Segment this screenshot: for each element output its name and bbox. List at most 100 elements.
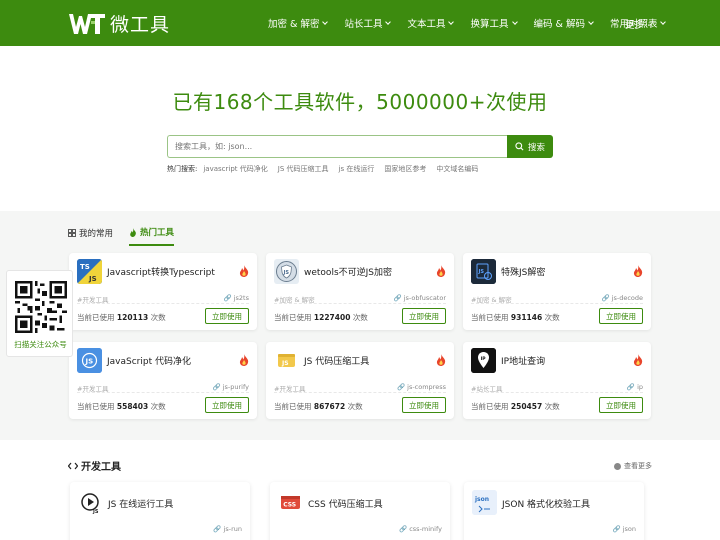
- use-now-button[interactable]: 立即使用: [402, 397, 446, 413]
- site-name: 微工具: [110, 14, 171, 36]
- hot-search-link[interactable]: 中文域名编码: [436, 164, 478, 174]
- search-button[interactable]: 搜索: [507, 135, 553, 158]
- fire-icon: [436, 354, 446, 366]
- tool-title[interactable]: JS 在线运行工具: [108, 497, 173, 510]
- tab-favorites[interactable]: 我的常用: [68, 226, 113, 246]
- tool-slug: 🔗 ip: [626, 383, 643, 391]
- svg-text:JS: JS: [88, 275, 97, 283]
- view-more-link[interactable]: 查看更多: [614, 461, 652, 471]
- tool-card: JS JavaScript 代码净化 #开发工具 🔗 js-purify 当前已…: [69, 342, 257, 419]
- tab-label: 我的常用: [79, 229, 114, 239]
- tool-title[interactable]: JavaScript 代码净化: [107, 354, 191, 367]
- use-now-button[interactable]: 立即使用: [402, 308, 446, 324]
- count-suffix: 次数: [352, 313, 368, 322]
- chevron-down-icon: [660, 18, 667, 25]
- hot-search-link[interactable]: js 在线运行: [339, 164, 375, 174]
- count-suffix: 次数: [150, 402, 166, 411]
- nav-more[interactable]: 更多⋯: [625, 17, 654, 31]
- use-now-button[interactable]: 立即使用: [205, 397, 249, 413]
- use-now-button[interactable]: 立即使用: [205, 308, 249, 324]
- card-divider: [77, 392, 249, 393]
- tool-slug: 🔗 js-purify: [212, 383, 249, 391]
- ts-js-icon: TS JS: [77, 259, 102, 284]
- tool-slug-text: json: [622, 525, 636, 533]
- nav-encode[interactable]: 编码 & 解码: [533, 16, 594, 30]
- count-value: 867672: [313, 402, 346, 411]
- count-value: 250457: [510, 402, 543, 411]
- nav-crypto[interactable]: 加密 & 解密: [268, 16, 329, 30]
- tool-slug-text: js-run: [223, 525, 242, 533]
- nav-convert[interactable]: 换算工具: [470, 16, 518, 30]
- tool-slug-text: js-purify: [222, 383, 249, 391]
- usage-count: 当前已使用 867672 次数: [274, 401, 363, 412]
- tool-title[interactable]: Javascript转换Typescript: [107, 265, 215, 278]
- nav-webmaster[interactable]: 站长工具: [344, 16, 392, 30]
- tool-slug-text: js-decode: [611, 294, 643, 302]
- count-prefix: 当前已使用: [77, 313, 115, 322]
- tool-card: JS 特殊JS解密 #加密 & 解密 🔗 js-decode 当前已使用 931…: [463, 253, 651, 330]
- js-compress-icon: JS: [274, 348, 299, 373]
- tab-hot-tools[interactable]: 热门工具: [129, 226, 175, 246]
- hot-search-link[interactable]: 国家地区参考: [384, 164, 426, 174]
- tool-card: JS wetools不可逆JS加密 #加密 & 解密 🔗 js-obfuscat…: [266, 253, 454, 330]
- more-icon: [614, 462, 621, 470]
- tool-slug: 🔗 js-compress: [396, 383, 446, 391]
- svg-text:JS: JS: [85, 358, 94, 366]
- tool-title[interactable]: JS 代码压缩工具: [304, 354, 369, 367]
- nav-label: 编码 & 解码: [533, 19, 585, 30]
- svg-text:IP: IP: [481, 356, 487, 362]
- use-now-button[interactable]: 立即使用: [599, 308, 643, 324]
- nav-label: 文本工具: [407, 19, 446, 30]
- nav-label: 加密 & 解密: [268, 19, 320, 30]
- chevron-down-icon: [511, 18, 518, 25]
- svg-text:TS: TS: [80, 263, 90, 271]
- count-value: 558403: [116, 402, 149, 411]
- tool-card: JS JS 代码压缩工具 #开发工具 🔗 js-compress 当前已使用 8…: [266, 342, 454, 419]
- nav-label: 换算工具: [470, 19, 509, 30]
- use-now-button[interactable]: 立即使用: [599, 397, 643, 413]
- tool-slug-text: js-compress: [407, 383, 446, 391]
- hero-title: 已有168个工具软件，5000000+次使用: [172, 90, 548, 114]
- css-icon: CSS: [278, 490, 303, 515]
- svg-text:CSS: CSS: [283, 502, 296, 509]
- usage-count: 当前已使用 120113 次数: [77, 312, 166, 323]
- shield-js-icon: JS: [274, 259, 299, 284]
- hot-search-link[interactable]: javascript 代码净化: [203, 164, 267, 174]
- svg-text:JS: JS: [281, 360, 289, 367]
- card-divider: [77, 303, 249, 304]
- count-suffix: 次数: [544, 313, 560, 322]
- tool-title[interactable]: 特殊JS解密: [501, 265, 545, 278]
- tool-card: CSS CSS 代码压缩工具 🔗 css-minify: [270, 482, 450, 540]
- tool-title[interactable]: wetools不可逆JS加密: [304, 265, 392, 278]
- count-prefix: 当前已使用: [471, 402, 509, 411]
- count-suffix: 次数: [347, 402, 363, 411]
- section-title: 开发工具: [68, 458, 121, 473]
- nav-text[interactable]: 文本工具: [407, 16, 455, 30]
- site-logo[interactable]: 微工具: [68, 10, 170, 37]
- svg-text:json: json: [474, 496, 489, 503]
- search-input[interactable]: [167, 135, 507, 158]
- count-suffix: 次数: [150, 313, 166, 322]
- tool-title[interactable]: CSS 代码压缩工具: [308, 497, 383, 510]
- main-nav: 加密 & 解密 站长工具 文本工具 换算工具 编码 & 解码 常用对照表: [268, 0, 682, 46]
- json-icon: json: [472, 490, 497, 515]
- nav-label: 站长工具: [344, 19, 383, 30]
- usage-count: 当前已使用 1227400 次数: [274, 312, 368, 323]
- tool-slug-text: js2ts: [233, 294, 249, 302]
- tool-title[interactable]: JSON 格式化校验工具: [502, 497, 590, 510]
- view-more-label: 查看更多: [624, 462, 652, 470]
- section-title-text: 开发工具: [81, 462, 121, 473]
- tool-title[interactable]: IP地址查询: [501, 354, 545, 367]
- usage-count: 当前已使用 931146 次数: [471, 312, 560, 323]
- tool-card: json JSON 格式化校验工具 🔗 json: [464, 482, 644, 540]
- svg-text:JS: JS: [92, 509, 99, 515]
- ip-icon: IP: [471, 348, 496, 373]
- hero-section: 已有168个工具软件，5000000+次使用 搜索 热门搜索: javascri…: [0, 46, 720, 211]
- chevron-down-icon: [588, 18, 594, 25]
- hot-search-link[interactable]: JS 代码压缩工具: [278, 164, 329, 174]
- tab-label: 热门工具: [140, 228, 175, 238]
- tool-slug: 🔗 js2ts: [223, 294, 249, 302]
- card-divider: [471, 392, 643, 393]
- qr-code-icon: [15, 281, 67, 333]
- tool-card: JS JS 在线运行工具 🔗 js-run: [70, 482, 250, 540]
